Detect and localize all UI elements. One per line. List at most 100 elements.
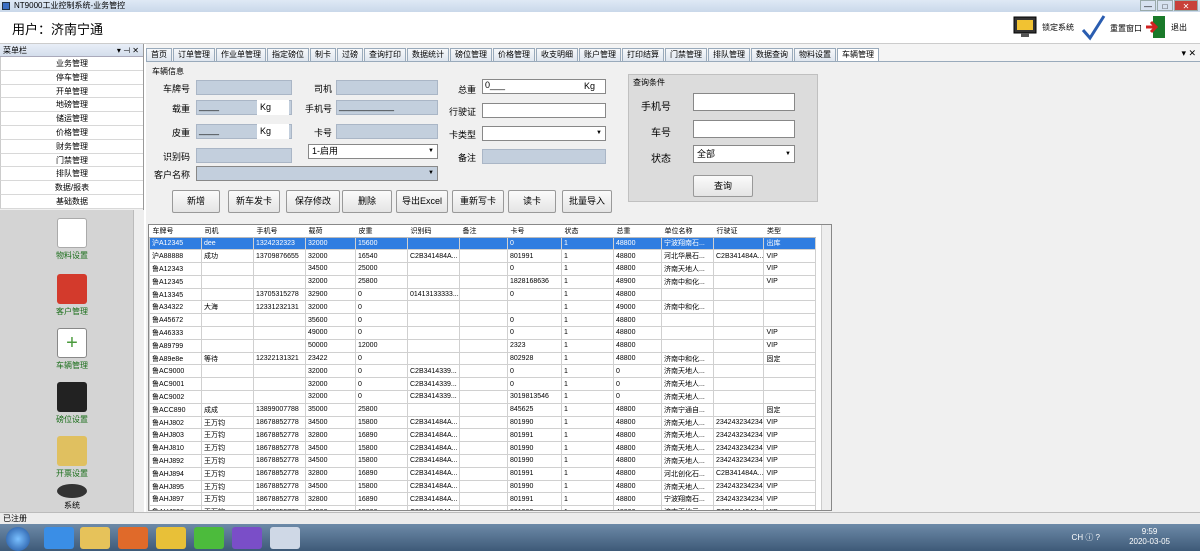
save-changes-button[interactable]: 保存修改 xyxy=(286,190,340,213)
tab-material-settings[interactable]: 物料设置 xyxy=(794,48,836,61)
visual-studio-icon[interactable] xyxy=(232,527,262,549)
column-header[interactable]: 状态 xyxy=(561,225,614,238)
wechat-icon[interactable] xyxy=(194,527,224,549)
material-settings-button[interactable]: 物料设置 xyxy=(50,218,94,261)
sidebar-item-queue[interactable]: 排队管理 xyxy=(0,167,143,182)
table-row[interactable]: 鲁ACC890 成成 13899007788 35000 25800 845625 1 488… xyxy=(149,402,817,417)
tab-controls[interactable]: ▾ ✕ xyxy=(1181,48,1196,59)
tab-query-print[interactable]: 查询打印 xyxy=(364,48,406,61)
sidebar-scrollbar[interactable] xyxy=(133,210,144,512)
sidebar-item-gate[interactable]: 门禁管理 xyxy=(0,153,143,168)
status-select[interactable]: 1-启用 ▼ xyxy=(308,144,438,159)
sidebar-item-reports[interactable]: 数据/报表 xyxy=(0,181,143,195)
table-row[interactable]: 沪A12345 dee 1324232323 32000 15600 0 1 48800 宁波翔… xyxy=(149,236,817,251)
minimize-button[interactable]: — xyxy=(1140,0,1156,11)
column-header[interactable]: 车牌号 xyxy=(149,225,202,238)
table-row[interactable]: 鲁AHJ897 王万钧 18678852778 32800 16890 C2B341484… xyxy=(149,492,817,507)
column-header[interactable]: 单位名称 xyxy=(661,225,714,238)
invoice-settings-button[interactable]: 开票设置 xyxy=(50,436,94,479)
column-header[interactable]: 类型 xyxy=(763,225,816,238)
tab-bridge-management[interactable]: 磅位管理 xyxy=(450,48,492,61)
table-row[interactable]: 鲁AHJ894 王万钧 18678852778 32800 16890 C2B341484… xyxy=(149,466,817,481)
column-header[interactable]: 手机号 xyxy=(253,225,306,238)
read-card-button[interactable]: 读卡 xyxy=(508,190,556,213)
tab-orders[interactable]: 订单管理 xyxy=(173,48,215,61)
sidebar-item-storage[interactable]: 储运管理 xyxy=(0,112,143,126)
rewrite-card-button[interactable]: 重新写卡 xyxy=(452,190,504,213)
table-row[interactable]: 鲁A34322 大海 12331232131 32000 0 1 49000 济南中和化... xyxy=(149,300,817,315)
cardtype-select[interactable]: ▼ xyxy=(482,126,606,141)
system-button[interactable]: 系统 xyxy=(50,484,94,511)
query-status-select[interactable]: 全部 ▼ xyxy=(693,145,795,163)
sidebar-pin-controls[interactable]: ▾ ⊣ ✕ xyxy=(117,44,139,57)
license-input[interactable] xyxy=(482,103,606,118)
table-row[interactable]: 鲁AC9002 32000 0 C2B3414339... 3019813546 1 0 济南… xyxy=(149,390,817,404)
customer-select[interactable]: ▼ xyxy=(196,166,438,181)
sidebar-item-business[interactable]: 业务管理 xyxy=(0,57,143,71)
column-header[interactable]: 载荷 xyxy=(305,225,356,238)
column-header[interactable]: 备注 xyxy=(459,225,508,238)
tab-income-details[interactable]: 收支明细 xyxy=(536,48,578,61)
table-scrollbar[interactable] xyxy=(821,225,831,510)
table-row[interactable]: 鲁AHJ895 王万钧 18678852778 34500 15800 C2B341484… xyxy=(149,479,817,494)
card-input[interactable] xyxy=(336,124,438,139)
remark-input[interactable] xyxy=(482,149,606,164)
tab-queue[interactable]: 排队管理 xyxy=(708,48,750,61)
query-plate-input[interactable] xyxy=(693,120,795,138)
sidebar-item-price[interactable]: 价格管理 xyxy=(0,125,143,140)
sidebar-item-basedata[interactable]: 基础数据 xyxy=(0,194,143,209)
column-header[interactable]: 行驶证 xyxy=(713,225,764,238)
table-row[interactable]: 鲁A12345 32000 25800 1828168636 1 48900 济南中和化..… xyxy=(149,274,817,289)
explorer-icon[interactable] xyxy=(80,527,110,549)
sidebar-item-orders[interactable]: 开单管理 xyxy=(0,84,143,99)
column-header[interactable]: 总重 xyxy=(613,225,662,238)
column-header[interactable]: 司机 xyxy=(201,225,254,238)
table-row[interactable]: 鲁A12343 34500 25000 0 1 48800 济南天地人... VIP xyxy=(149,262,817,276)
chrome-icon[interactable] xyxy=(156,527,186,549)
batch-import-button[interactable]: 批量导入 xyxy=(562,190,612,213)
table-row[interactable]: 鲁A89e8e 等待 12322131321 23422 0 802928 1 48800 济南… xyxy=(149,351,817,366)
table-row[interactable]: 鲁AHJ803 王万钧 18678852778 32800 16890 C2B341484… xyxy=(149,428,817,443)
table-row[interactable]: 鲁A13345 13705315278 32900 0 01413133333... 0 1… xyxy=(149,287,817,302)
idcode-input[interactable] xyxy=(196,148,292,163)
weighbridge-settings-button[interactable]: 磅位设置 xyxy=(50,382,94,425)
query-button[interactable]: 查询 xyxy=(693,175,753,197)
sidebar-item-finance[interactable]: 财务管理 xyxy=(0,139,143,154)
table-row[interactable]: 鲁AHJ802 王万钧 18678852778 34500 15800 C2B341484… xyxy=(149,415,817,430)
new-car-card-button[interactable]: 新车发卡 xyxy=(228,190,280,213)
close-button[interactable]: ✕ xyxy=(1174,0,1198,11)
table-row[interactable]: 鲁A89799 50000 12000 2323 1 48800 VIP xyxy=(149,338,817,353)
plate-input[interactable] xyxy=(196,80,292,95)
tab-accounts[interactable]: 账户管理 xyxy=(579,48,621,61)
table-row[interactable]: 鲁AC9001 32000 0 C2B3414339... 0 1 0 济南天地人... xyxy=(149,377,817,392)
tab-price-management[interactable]: 价格管理 xyxy=(493,48,535,61)
sidebar-item-weighbridge[interactable]: 地磅管理 xyxy=(0,98,143,113)
table-row[interactable]: 鲁A45672 35600 0 0 1 48800 xyxy=(149,313,817,328)
export-excel-button[interactable]: 导出Excel xyxy=(396,190,448,213)
column-header[interactable]: 皮重 xyxy=(355,225,408,238)
tab-weighing[interactable]: 过磅 xyxy=(337,48,363,61)
tab-data-query[interactable]: 数据查询 xyxy=(751,48,793,61)
customer-management-button[interactable]: 客户管理 xyxy=(50,274,94,317)
gross-input[interactable]: 0___ Kg xyxy=(482,79,606,94)
tab-make-card[interactable]: 制卡 xyxy=(310,48,336,61)
clock[interactable]: 9:59 2020-03-05 xyxy=(1129,527,1170,547)
maximize-button[interactable]: □ xyxy=(1157,0,1173,11)
ie-icon[interactable] xyxy=(44,527,74,549)
query-phone-input[interactable] xyxy=(693,93,795,111)
tab-gate[interactable]: 门禁管理 xyxy=(665,48,707,61)
reset-window-button[interactable]: 重置窗口 xyxy=(1080,14,1142,42)
table-row[interactable]: 鲁AHJ898王万钧186788527783450015800C2B341484… xyxy=(149,505,817,510)
tab-home[interactable]: 首页 xyxy=(146,48,172,61)
media-player-icon[interactable] xyxy=(118,527,148,549)
phone-input[interactable]: ___________ xyxy=(336,100,438,115)
column-header[interactable]: 识别码 xyxy=(407,225,460,238)
table-row[interactable]: 鲁AHJ810 王万钧 18678852778 34500 15800 C2B341484… xyxy=(149,441,817,456)
exit-button[interactable]: 退出 xyxy=(1145,14,1187,40)
table-row[interactable]: 鲁AC9000 32000 0 C2B3414339... 0 1 0 济南天地人... xyxy=(149,364,817,379)
vehicle-management-button[interactable]: + 车辆管理 xyxy=(50,328,94,371)
delete-button[interactable]: 删除 xyxy=(342,190,392,213)
add-button[interactable]: 新增 xyxy=(172,190,220,213)
tab-assign-bridge[interactable]: 指定磅位 xyxy=(267,48,309,61)
app-taskbar-icon[interactable] xyxy=(270,527,300,549)
